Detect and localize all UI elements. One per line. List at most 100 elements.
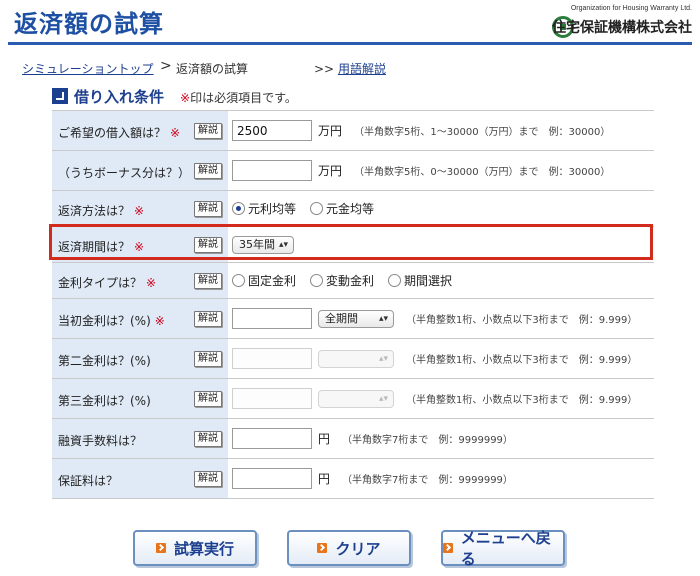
clear-label: クリア (335, 539, 381, 558)
bonus-unit: 万円 (318, 164, 343, 178)
label-cell: ご希望の借入額は？ ※ 解説 (52, 111, 228, 150)
radio-selected-icon (232, 202, 245, 215)
guarantee-fee-input[interactable] (232, 468, 312, 489)
label-cell: 返済方法は？ ※ 解説 (52, 191, 228, 226)
second-rate-hint: （半角整数1桁、小数点以下3桁まで 例：9.999） (406, 355, 638, 366)
select-arrows-icon: ▴▾ (378, 353, 388, 364)
arrow-right-icon (443, 543, 453, 553)
third-rate-help-button[interactable]: 解説 (194, 390, 222, 407)
page-title: 返済額の試算 (14, 10, 164, 38)
value-cell: 円 （半角数字7桁まで 例：9999999） (228, 459, 654, 498)
loan-amount-unit: 万円 (318, 124, 343, 138)
required-note: ※印は必須項目です。 (180, 89, 297, 106)
value-cell: 全期間 ▴▾ （半角整数1桁、小数点以下3桁まで 例：9.999） (228, 299, 654, 338)
initial-rate-help-button[interactable]: 解説 (194, 310, 222, 327)
breadcrumb-separator: > (160, 58, 172, 74)
rate-type-option-label: 期間選択 (404, 274, 453, 288)
label-cell: 返済期間は？ ※ 解説 (52, 227, 228, 262)
required-mark: ※ (154, 313, 165, 328)
breadcrumb-simulation-top-link[interactable]: シミュレーショントップ (22, 60, 154, 77)
row-loan-amount: ご希望の借入額は？※ 解説 万円 （半角数字5桁、1〜30000（万円）まで 例… (52, 111, 654, 151)
loan-fee-unit: 円 (318, 432, 331, 446)
row-guarantee-fee: 保証料は？ 解説 円 （半角数字7桁まで 例：9999999） (52, 459, 654, 499)
method-radio-equal-payment[interactable]: 元利均等 (232, 200, 296, 217)
rate-type-option-label: 固定金利 (248, 274, 297, 288)
second-rate-help-button[interactable]: 解説 (194, 350, 222, 367)
rate-type-radio-fixed[interactable]: 固定金利 (232, 272, 296, 289)
third-rate-input[interactable] (232, 388, 312, 409)
row-repayment-period: 返済期間は？ ※ 解説 35年間 ▴▾ (52, 227, 654, 263)
section-title: 借り入れ条件 (74, 88, 165, 106)
initial-rate-input[interactable] (232, 308, 312, 329)
loan-fee-input[interactable] (232, 428, 312, 449)
select-arrows-icon: ▴▾ (378, 393, 388, 404)
radio-unselected-icon (310, 202, 324, 215)
back-to-menu-label: メニューへ戻る (460, 529, 551, 568)
period-select[interactable]: 35年間 ▴▾ (232, 235, 294, 254)
glossary-link[interactable]: 用語解説 (338, 62, 386, 76)
rate-type-label: 金利タイプは？ (58, 275, 143, 290)
loan-amount-input[interactable] (232, 120, 312, 141)
third-rate-period-select[interactable]: ▴▾ (318, 389, 394, 408)
bonus-input[interactable] (232, 160, 312, 181)
row-repayment-method: 返済方法は？ ※ 解説 元利均等 元金均等 (52, 191, 654, 227)
loan-fee-label: 融資手数料は？ (58, 433, 143, 448)
row-rate-type: 金利タイプは？ ※ 解説 固定金利 変動金利 期間選択 (52, 263, 654, 299)
rate-type-radio-variable[interactable]: 変動金利 (310, 272, 374, 289)
loan-amount-help-button[interactable]: 解説 (194, 122, 222, 139)
label-cell: 第三金利は？(%) 解説 (52, 379, 228, 418)
rate-type-radio-period[interactable]: 期間選択 (388, 272, 452, 289)
required-note-text: 印は必須項目です。 (190, 91, 297, 105)
loan-amount-label: ご希望の借入額は？ (58, 125, 167, 140)
select-arrows-icon: ▴▾ (278, 239, 288, 250)
initial-rate-period-value: 全期間 (325, 311, 358, 325)
initial-rate-label: 当初金利は？(%) (58, 313, 151, 328)
rate-type-option-label: 変動金利 (326, 274, 375, 288)
glossary-area: >> 用語解説 (314, 60, 386, 77)
period-help-button[interactable]: 解説 (194, 236, 222, 253)
bonus-help-button[interactable]: 解説 (194, 162, 222, 179)
method-help-button[interactable]: 解説 (194, 200, 222, 217)
required-mark: ※ (146, 275, 157, 290)
brand-japanese-name: 住宅保証機構株式会社 (552, 20, 692, 36)
radio-unselected-icon (310, 274, 324, 287)
radio-unselected-icon (388, 274, 402, 287)
guarantee-fee-help-button[interactable]: 解説 (194, 470, 222, 487)
period-label: 返済期間は？ (58, 239, 131, 254)
initial-rate-period-select[interactable]: 全期間 ▴▾ (318, 309, 394, 328)
loan-conditions-form: ご希望の借入額は？※ 解説 万円 （半角数字5桁、1〜30000（万円）まで 例… (52, 110, 654, 499)
third-rate-label: 第三金利は？(%) (58, 393, 151, 408)
label-cell: 保証料は？ 解説 (52, 459, 228, 498)
back-to-menu-button[interactable]: メニューへ戻る (441, 529, 565, 568)
second-rate-period-select[interactable]: ▴▾ (318, 349, 394, 368)
row-second-rate: 第二金利は？(%) 解説 ▴▾ （半角整数1桁、小数点以下3桁まで 例：9.99… (52, 339, 654, 379)
second-rate-input[interactable] (232, 348, 312, 369)
rate-type-help-button[interactable]: 解説 (194, 272, 222, 289)
value-cell: 万円 （半角数字5桁、0〜30000（万円）まで 例：30000） (228, 151, 654, 190)
loan-fee-help-button[interactable]: 解説 (194, 430, 222, 447)
arrow-right-icon (155, 543, 166, 553)
run-simulation-label: 試算実行 (173, 539, 234, 558)
method-radio-equal-principal[interactable]: 元金均等 (310, 200, 374, 217)
method-option-label: 元利均等 (248, 202, 297, 216)
radio-unselected-icon (232, 274, 245, 287)
brand-english-name: Organization for Housing Warranty Ltd. (570, 5, 692, 12)
third-rate-hint: （半角整数1桁、小数点以下3桁まで 例：9.999） (406, 395, 638, 406)
run-simulation-button[interactable]: 試算実行 (133, 530, 257, 566)
bonus-label: （うちボーナス分は？） (58, 165, 191, 180)
value-cell: 円 （半角数字7桁まで 例：9999999） (228, 419, 654, 458)
row-bonus: （うちボーナス分は？） 解説 万円 （半角数字5桁、0〜30000（万円）まで … (52, 151, 654, 191)
second-rate-label: 第二金利は？(%) (58, 353, 151, 368)
page-header: 返済額の試算 Organization for Housing Warranty… (0, 0, 700, 45)
bonus-hint: （半角数字5桁、0〜30000（万円）まで 例：30000） (354, 167, 611, 178)
clear-button[interactable]: クリア (287, 530, 411, 566)
required-mark: ※ (134, 239, 145, 254)
guarantee-fee-unit: 円 (318, 472, 331, 486)
section-check-icon (52, 88, 68, 104)
row-third-rate: 第三金利は？(%) 解説 ▴▾ （半角整数1桁、小数点以下3桁まで 例：9.99… (52, 379, 654, 419)
value-cell: 万円 （半角数字5桁、1〜30000（万円）まで 例：30000） (228, 111, 654, 150)
glossary-prefix: >> (314, 62, 335, 76)
brand-logo: Organization for Housing Warranty Ltd. 住… (522, 4, 692, 38)
header-divider (8, 42, 692, 45)
row-loan-fee: 融資手数料は？ 解説 円 （半角数字7桁まで 例：9999999） (52, 419, 654, 459)
